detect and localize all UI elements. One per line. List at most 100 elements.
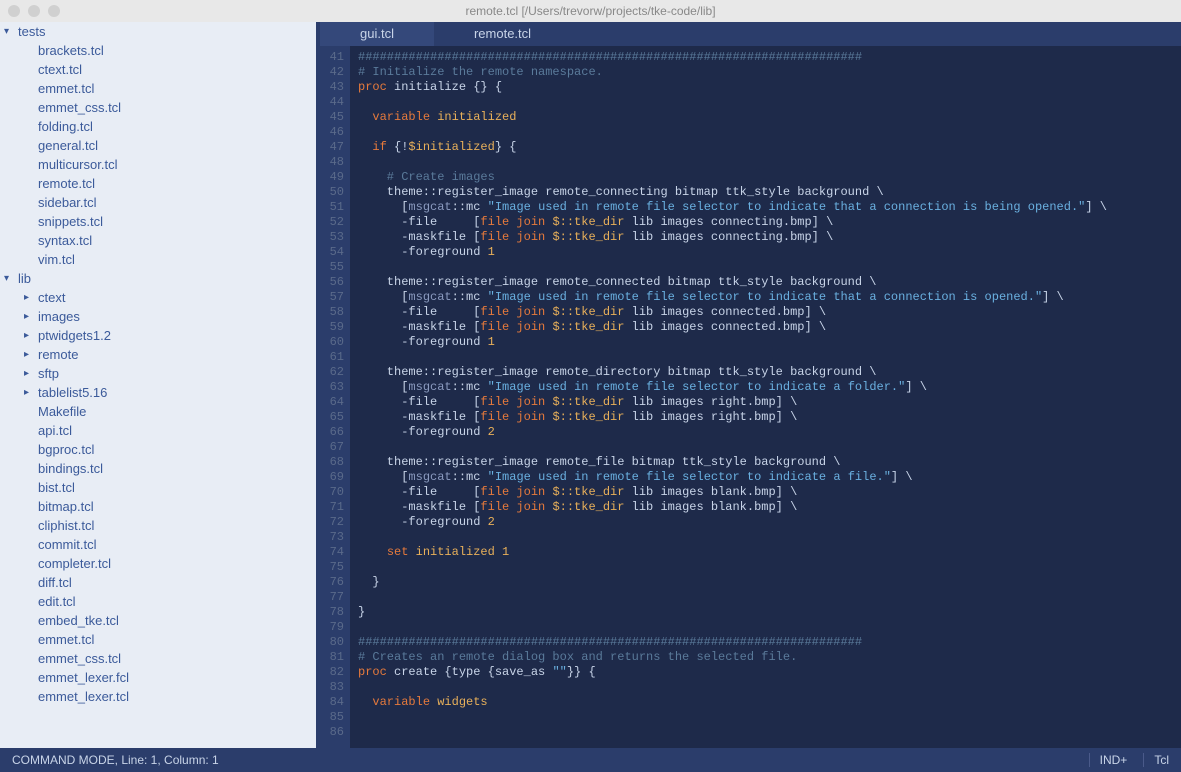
chevron-right-icon: ▸ — [24, 330, 34, 341]
code-line[interactable] — [358, 125, 1173, 140]
sidebar-file[interactable]: snippets.tcl — [0, 212, 316, 231]
code-line[interactable]: proc create {type {save_as ""}} { — [358, 665, 1173, 680]
code-line[interactable]: -foreground 2 — [358, 425, 1173, 440]
code-line[interactable]: [msgcat::mc "Image used in remote file s… — [358, 380, 1173, 395]
sidebar-file[interactable]: emmet_lexer.fcl — [0, 668, 316, 687]
line-number: 85 — [322, 710, 344, 725]
code-line[interactable] — [358, 155, 1173, 170]
code-line[interactable] — [358, 440, 1173, 455]
code-line[interactable]: -file [file join $::tke_dir lib images r… — [358, 395, 1173, 410]
code-line[interactable]: -foreground 1 — [358, 245, 1173, 260]
status-language[interactable]: Tcl — [1143, 753, 1169, 767]
sidebar-subfolder[interactable]: ▸tablelist5.16 — [0, 383, 316, 402]
tab-active[interactable]: remote.tcl — [434, 22, 571, 46]
sidebar-file[interactable]: completer.tcl — [0, 554, 316, 573]
tab-inactive[interactable]: gui.tcl — [320, 22, 434, 46]
sidebar-file[interactable]: emmet.tcl — [0, 630, 316, 649]
code-line[interactable] — [358, 590, 1173, 605]
code-line[interactable]: # Create images — [358, 170, 1173, 185]
code-content[interactable]: ########################################… — [350, 46, 1181, 748]
code-line[interactable]: -file [file join $::tke_dir lib images c… — [358, 215, 1173, 230]
sidebar-file[interactable]: ctext.tcl — [0, 60, 316, 79]
sidebar-file[interactable]: sidebar.tcl — [0, 193, 316, 212]
code-line[interactable]: [msgcat::mc "Image used in remote file s… — [358, 290, 1173, 305]
code-line[interactable] — [358, 710, 1173, 725]
line-number: 57 — [322, 290, 344, 305]
line-number: 69 — [322, 470, 344, 485]
sidebar-file[interactable]: emmet.tcl — [0, 79, 316, 98]
code-line[interactable]: theme::register_image remote_file bitmap… — [358, 455, 1173, 470]
code-line[interactable]: -foreground 2 — [358, 515, 1173, 530]
line-number: 63 — [322, 380, 344, 395]
sidebar-file[interactable]: emmet_css.tcl — [0, 98, 316, 117]
sidebar-file[interactable]: vim.tcl — [0, 250, 316, 269]
sidebar-file[interactable]: Makefile — [0, 402, 316, 421]
sidebar-file[interactable]: brackets.tcl — [0, 41, 316, 60]
code-line[interactable] — [358, 350, 1173, 365]
sidebar-file[interactable]: embed_tke.tcl — [0, 611, 316, 630]
code-line[interactable]: -maskfile [file join $::tke_dir lib imag… — [358, 410, 1173, 425]
line-number: 62 — [322, 365, 344, 380]
code-line[interactable]: -maskfile [file join $::tke_dir lib imag… — [358, 500, 1173, 515]
sidebar-file[interactable]: general.tcl — [0, 136, 316, 155]
code-line[interactable]: variable widgets — [358, 695, 1173, 710]
line-number: 51 — [322, 200, 344, 215]
sidebar-folder-tests[interactable]: ▾tests — [0, 22, 316, 41]
sidebar-file[interactable]: multicursor.tcl — [0, 155, 316, 174]
code-line[interactable]: } — [358, 575, 1173, 590]
sidebar-file[interactable]: remote.tcl — [0, 174, 316, 193]
sidebar-subfolder[interactable]: ▸images — [0, 307, 316, 326]
sidebar-subfolder[interactable]: ▸ctext — [0, 288, 316, 307]
sidebar-file[interactable]: bgproc.tcl — [0, 440, 316, 459]
code-line[interactable]: theme::register_image remote_directory b… — [358, 365, 1173, 380]
code-line[interactable] — [358, 95, 1173, 110]
code-line[interactable] — [358, 560, 1173, 575]
code-line[interactable]: theme::register_image remote_connecting … — [358, 185, 1173, 200]
sidebar-file[interactable]: folding.tcl — [0, 117, 316, 136]
sidebar-file[interactable]: emmet_lexer.tcl — [0, 687, 316, 706]
code-line[interactable] — [358, 620, 1173, 635]
sidebar-file[interactable]: diff.tcl — [0, 573, 316, 592]
code-line[interactable] — [358, 260, 1173, 275]
code-line[interactable]: -foreground 1 — [358, 335, 1173, 350]
line-number: 65 — [322, 410, 344, 425]
sidebar-file[interactable]: api.tcl — [0, 421, 316, 440]
sidebar-file[interactable]: edit.tcl — [0, 592, 316, 611]
code-line[interactable]: -file [file join $::tke_dir lib images c… — [358, 305, 1173, 320]
sidebar-file[interactable]: emmet_css.tcl — [0, 649, 316, 668]
code-view[interactable]: 4142434445464748495051525354555657585960… — [320, 46, 1181, 748]
code-line[interactable]: variable initialized — [358, 110, 1173, 125]
code-line[interactable]: # Initialize the remote namespace. — [358, 65, 1173, 80]
code-line[interactable]: ########################################… — [358, 635, 1173, 650]
code-line[interactable] — [358, 725, 1173, 740]
code-line[interactable]: [msgcat::mc "Image used in remote file s… — [358, 470, 1173, 485]
code-line[interactable]: [msgcat::mc "Image used in remote file s… — [358, 200, 1173, 215]
code-line[interactable]: proc initialize {} { — [358, 80, 1173, 95]
code-line[interactable]: if {!$initialized} { — [358, 140, 1173, 155]
code-line[interactable]: theme::register_image remote_connected b… — [358, 275, 1173, 290]
sidebar-subfolder[interactable]: ▸ptwidgets1.2 — [0, 326, 316, 345]
chevron-down-icon: ▾ — [4, 273, 14, 284]
sidebar-file[interactable]: commit.tcl — [0, 535, 316, 554]
code-line[interactable]: ########################################… — [358, 50, 1173, 65]
code-line[interactable]: -maskfile [file join $::tke_dir lib imag… — [358, 230, 1173, 245]
chevron-right-icon: ▸ — [24, 311, 34, 322]
code-line[interactable]: # Creates an remote dialog box and retur… — [358, 650, 1173, 665]
code-line[interactable]: set initialized 1 — [358, 545, 1173, 560]
sidebar-folder-lib[interactable]: ▾lib — [0, 269, 316, 288]
sidebar-subfolder[interactable]: ▸sftp — [0, 364, 316, 383]
code-line[interactable] — [358, 680, 1173, 695]
file-sidebar[interactable]: ▾testsbrackets.tclctext.tclemmet.tclemme… — [0, 22, 320, 748]
status-indent[interactable]: IND+ — [1089, 753, 1128, 767]
sidebar-file[interactable]: cliphist.tcl — [0, 516, 316, 535]
sidebar-file[interactable]: bist.tcl — [0, 478, 316, 497]
status-bar: COMMAND MODE, Line: 1, Column: 1 IND+ Tc… — [0, 748, 1181, 772]
sidebar-subfolder[interactable]: ▸remote — [0, 345, 316, 364]
sidebar-file[interactable]: bitmap.tcl — [0, 497, 316, 516]
code-line[interactable]: } — [358, 605, 1173, 620]
sidebar-file[interactable]: syntax.tcl — [0, 231, 316, 250]
code-line[interactable]: -file [file join $::tke_dir lib images b… — [358, 485, 1173, 500]
code-line[interactable] — [358, 530, 1173, 545]
code-line[interactable]: -maskfile [file join $::tke_dir lib imag… — [358, 320, 1173, 335]
sidebar-file[interactable]: bindings.tcl — [0, 459, 316, 478]
